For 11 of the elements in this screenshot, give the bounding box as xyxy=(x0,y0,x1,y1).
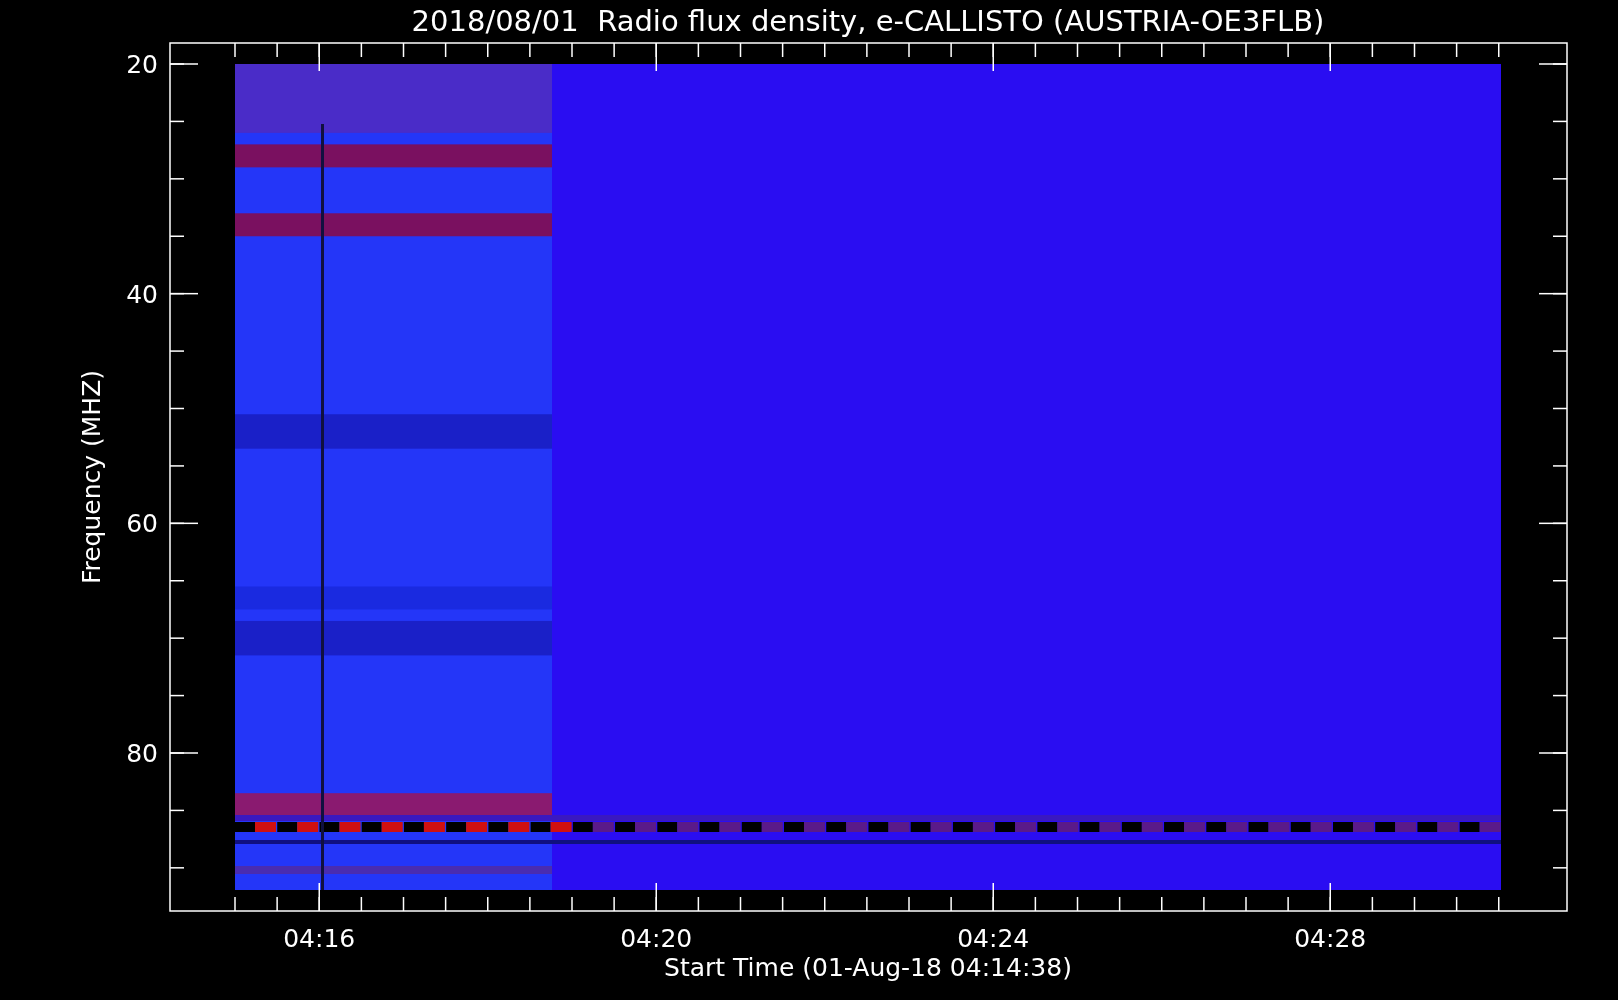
y-axis-label: Frequency (MHZ) xyxy=(77,369,106,585)
y-tick-label: 60 xyxy=(126,509,158,539)
chart-title: 2018/08/01 Radio flux density, e-CALLISTO (AUSTRIA-OE3FLB) xyxy=(411,4,1325,38)
x-tick-label: 04:20 xyxy=(620,924,693,953)
x-tick-label: 04:24 xyxy=(957,924,1030,953)
x-axis-label: Start Time (01-Aug-18 04:14:38) xyxy=(664,953,1072,982)
y-tick-label: 40 xyxy=(126,279,158,309)
y-tick-label: 80 xyxy=(126,739,158,768)
x-tick-label: 04:28 xyxy=(1294,924,1367,953)
y-tick-label: 20 xyxy=(126,50,158,79)
x-tick-label: 04:16 xyxy=(283,924,356,953)
